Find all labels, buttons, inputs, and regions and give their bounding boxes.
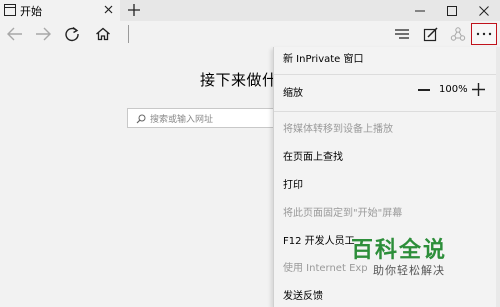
refresh-icon[interactable] (63, 25, 81, 43)
page-icon (4, 4, 16, 16)
menu-divider (274, 111, 500, 112)
back-arrow-icon[interactable] (6, 25, 24, 43)
watermark-logo: 百科全说 助你轻松解决 (351, 232, 463, 282)
menu-scrollbar[interactable] (496, 47, 500, 307)
maximize-icon[interactable] (436, 0, 468, 21)
menu-item-pin-to-start[interactable]: 将此页面固定到"开始"屏幕 (283, 204, 402, 219)
close-window-icon[interactable] (468, 0, 500, 21)
zoom-value: 100% (439, 84, 468, 95)
tab-start[interactable]: 开始 (0, 0, 120, 21)
menu-zoom-label: 缩放 (283, 88, 303, 99)
share-icon[interactable] (449, 25, 467, 43)
zoom-in-button[interactable] (472, 83, 485, 96)
zoom-out-button[interactable] (418, 89, 430, 91)
search-icon (136, 114, 146, 124)
page-heading: 接下来做什 (200, 71, 278, 89)
address-bar-divider (128, 25, 129, 43)
menu-item-f12-dev-tools[interactable]: F12 开发人员工 (283, 232, 355, 247)
menu-item-new-inprivate[interactable]: 新 InPrivate 窗口 (283, 50, 364, 65)
search-input[interactable]: 搜索或输入网址 (127, 108, 277, 128)
watermark-subtitle: 助你轻松解决 (373, 264, 445, 277)
tab-close-icon[interactable] (104, 5, 113, 14)
tab-bar: 开始 (0, 0, 500, 21)
more-actions-button[interactable] (471, 23, 497, 45)
tab-title: 开始 (20, 5, 42, 18)
forward-arrow-icon[interactable] (34, 25, 52, 43)
new-tab-icon[interactable] (127, 3, 141, 17)
menu-item-cast-media[interactable]: 将媒体转移到设备上播放 (283, 120, 393, 135)
watermark-title: 百科全说 (351, 238, 448, 263)
menu-item-print[interactable]: 打印 (283, 176, 303, 191)
menu-divider (274, 74, 500, 75)
search-placeholder: 搜索或输入网址 (150, 115, 214, 125)
menu-item-find-on-page[interactable]: 在页面上查找 (283, 148, 343, 163)
nav-bar (0, 21, 500, 47)
minimize-icon[interactable] (404, 0, 436, 21)
hub-icon[interactable] (393, 25, 411, 43)
more-dots-icon (476, 32, 492, 36)
home-icon[interactable] (94, 25, 112, 43)
menu-item-send-feedback[interactable]: 发送反馈 (283, 287, 323, 302)
plus-icon (472, 83, 485, 96)
web-note-icon[interactable] (422, 25, 440, 43)
